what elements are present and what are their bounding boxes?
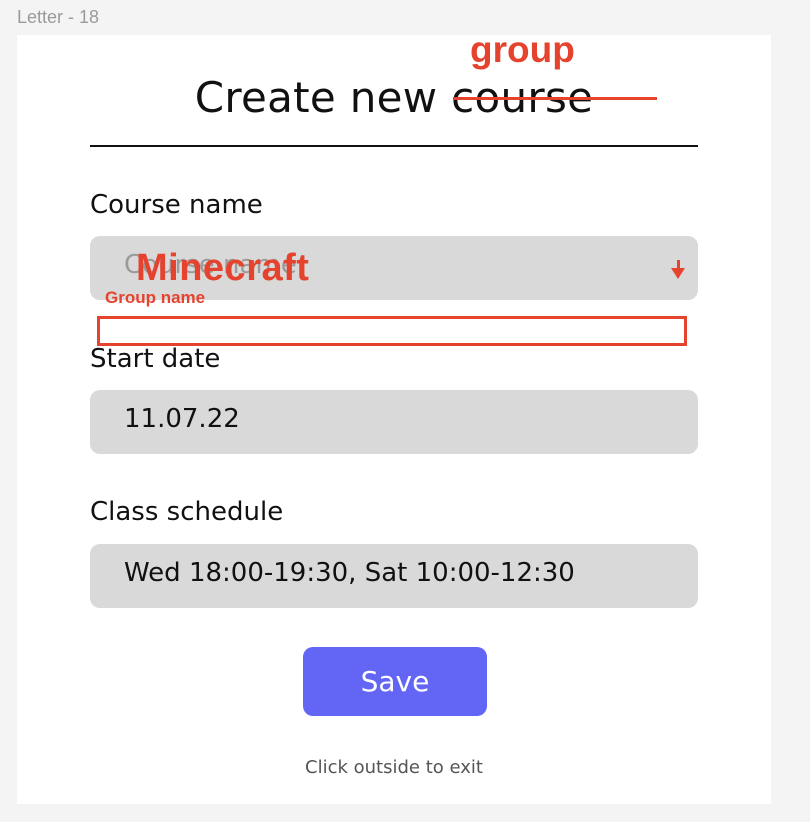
start-date-value: 11.07.22 (124, 404, 240, 434)
annotation-strike-line (453, 97, 657, 100)
class-schedule-label: Class schedule (90, 497, 284, 527)
annotation-group-name-label: Group name (105, 288, 206, 307)
title-divider (90, 145, 698, 147)
create-course-dialog: Create new course group Course name Cour… (17, 29, 771, 804)
annotation-minecraft-text: Minecraft (136, 247, 310, 289)
title-prefix: Create new (194, 73, 452, 122)
save-button[interactable]: Save (303, 647, 487, 716)
start-date-input[interactable]: 11.07.22 (90, 390, 698, 454)
frame-label: Letter - 18 (17, 7, 100, 27)
annotation-group-text: group (470, 29, 575, 70)
course-name-label: Course name (90, 190, 263, 220)
page-title: Create new course (17, 73, 771, 122)
class-schedule-input[interactable]: Wed 18:00-19:30, Sat 10:00-12:30 (90, 544, 698, 608)
class-schedule-value: Wed 18:00-19:30, Sat 10:00-12:30 (124, 558, 575, 588)
annotation-group-name-input (97, 316, 687, 346)
exit-hint: Click outside to exit (305, 757, 483, 778)
start-date-label: Start date (90, 344, 221, 374)
